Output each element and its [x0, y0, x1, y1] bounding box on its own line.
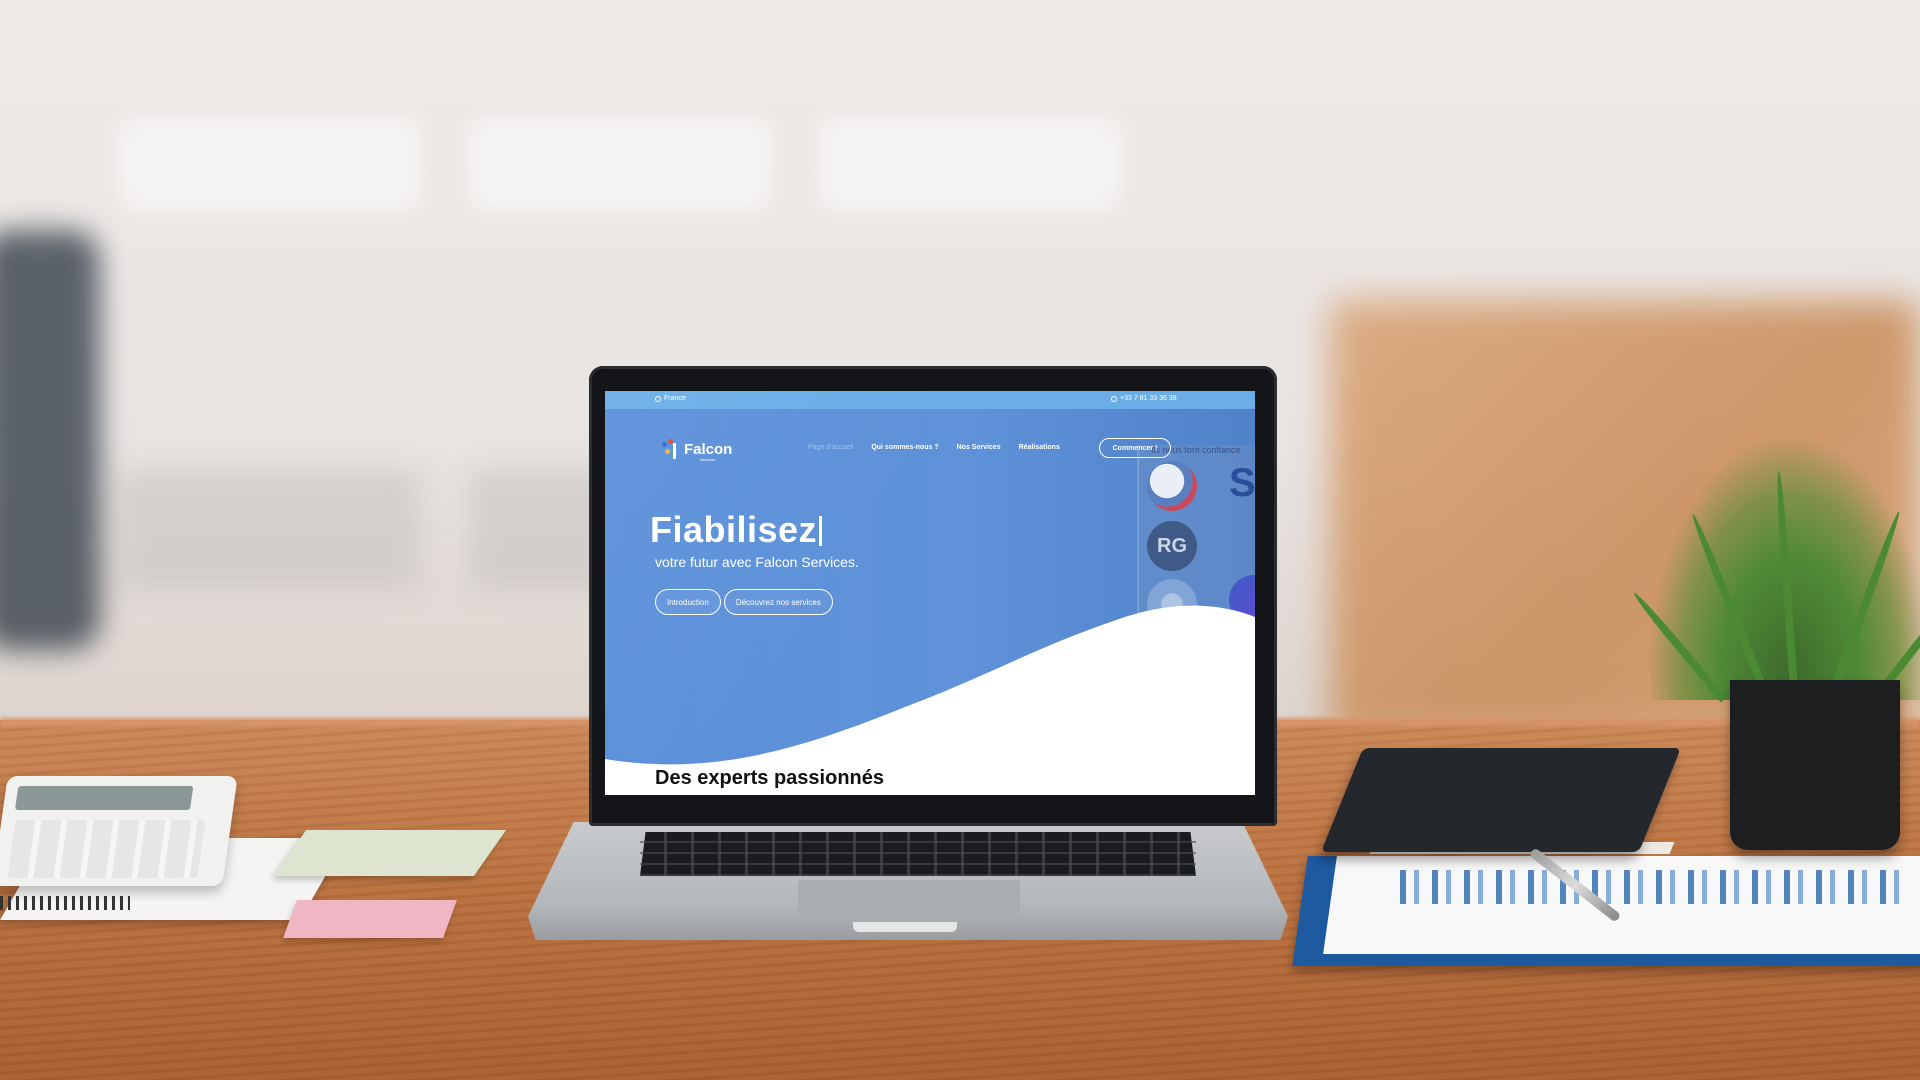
hero-subline: votre futur avec Falcon Services.: [655, 554, 859, 570]
top-info-bar: France +33 7 81 33 36 38: [605, 391, 1255, 409]
notebook-spiral: [0, 896, 130, 910]
black-notebook: [1320, 748, 1682, 852]
client-logo-s: S: [1229, 461, 1255, 505]
background-shelf: [470, 120, 770, 210]
plant-pot: [1730, 680, 1900, 850]
laptop-lip: [853, 922, 957, 932]
falcon-logo[interactable]: Falcon Services: [662, 439, 733, 462]
nav-item-services[interactable]: Nos Services: [957, 444, 1001, 451]
nav-item-projects[interactable]: Réalisations: [1019, 444, 1060, 451]
start-button[interactable]: Commencer !: [1099, 438, 1171, 458]
country-info: France: [655, 395, 686, 402]
discover-services-button[interactable]: Découvrez nos services: [723, 589, 833, 615]
calculator-screen: [14, 786, 194, 810]
report-bar-chart: [1400, 870, 1900, 904]
sticky-note-green: [273, 830, 507, 876]
hero-headline: Fiabilisez: [650, 509, 823, 551]
typing-caret: [819, 516, 823, 546]
client-logo-face-icon: [1147, 461, 1197, 511]
calculator: [0, 776, 238, 886]
laptop-screen: France +33 7 81 33 36 38 Falcon Services…: [605, 391, 1255, 795]
main-navigation: Page d'accueil Qui sommes-nous ? Nos Ser…: [808, 444, 1078, 451]
section-heading: Des experts passionnés: [655, 767, 884, 789]
laptop-trackpad: [798, 880, 1020, 914]
calculator-keys: [7, 820, 206, 878]
logo-dot-yellow: [665, 449, 670, 454]
keyboard-rows: [640, 832, 1196, 876]
hero-buttons: Introduction Découvrez nos services: [655, 589, 833, 615]
falcon-logo-mark-icon: [662, 439, 680, 461]
phone-number[interactable]: +33 7 81 33 36 38: [1120, 395, 1177, 402]
client-logo-rg: RG: [1147, 521, 1197, 571]
country-label: France: [664, 395, 686, 402]
whatsapp-icon: [1111, 395, 1117, 402]
background-chair: [0, 230, 100, 650]
nav-item-home[interactable]: Page d'accueil: [808, 444, 853, 451]
background-shelf-shadow: [120, 470, 420, 590]
sticky-note-pink: [283, 900, 457, 938]
phone-info[interactable]: +33 7 81 33 36 38: [1111, 395, 1177, 402]
nav-item-about[interactable]: Qui sommes-nous ?: [871, 444, 938, 451]
home-icon: [655, 395, 661, 402]
background-shelf: [120, 120, 420, 210]
logo-bar: [673, 443, 676, 459]
logo-name: Falcon: [684, 441, 733, 458]
introduction-button[interactable]: Introduction: [655, 589, 721, 615]
logo-subtitle: Services: [700, 457, 716, 462]
hero-section: Falcon Services Page d'accueil Qui somme…: [605, 409, 1255, 795]
hero-headline-text: Fiabilisez: [650, 509, 818, 550]
logo-dot-blue: [662, 442, 667, 447]
background-shelf: [820, 120, 1120, 210]
